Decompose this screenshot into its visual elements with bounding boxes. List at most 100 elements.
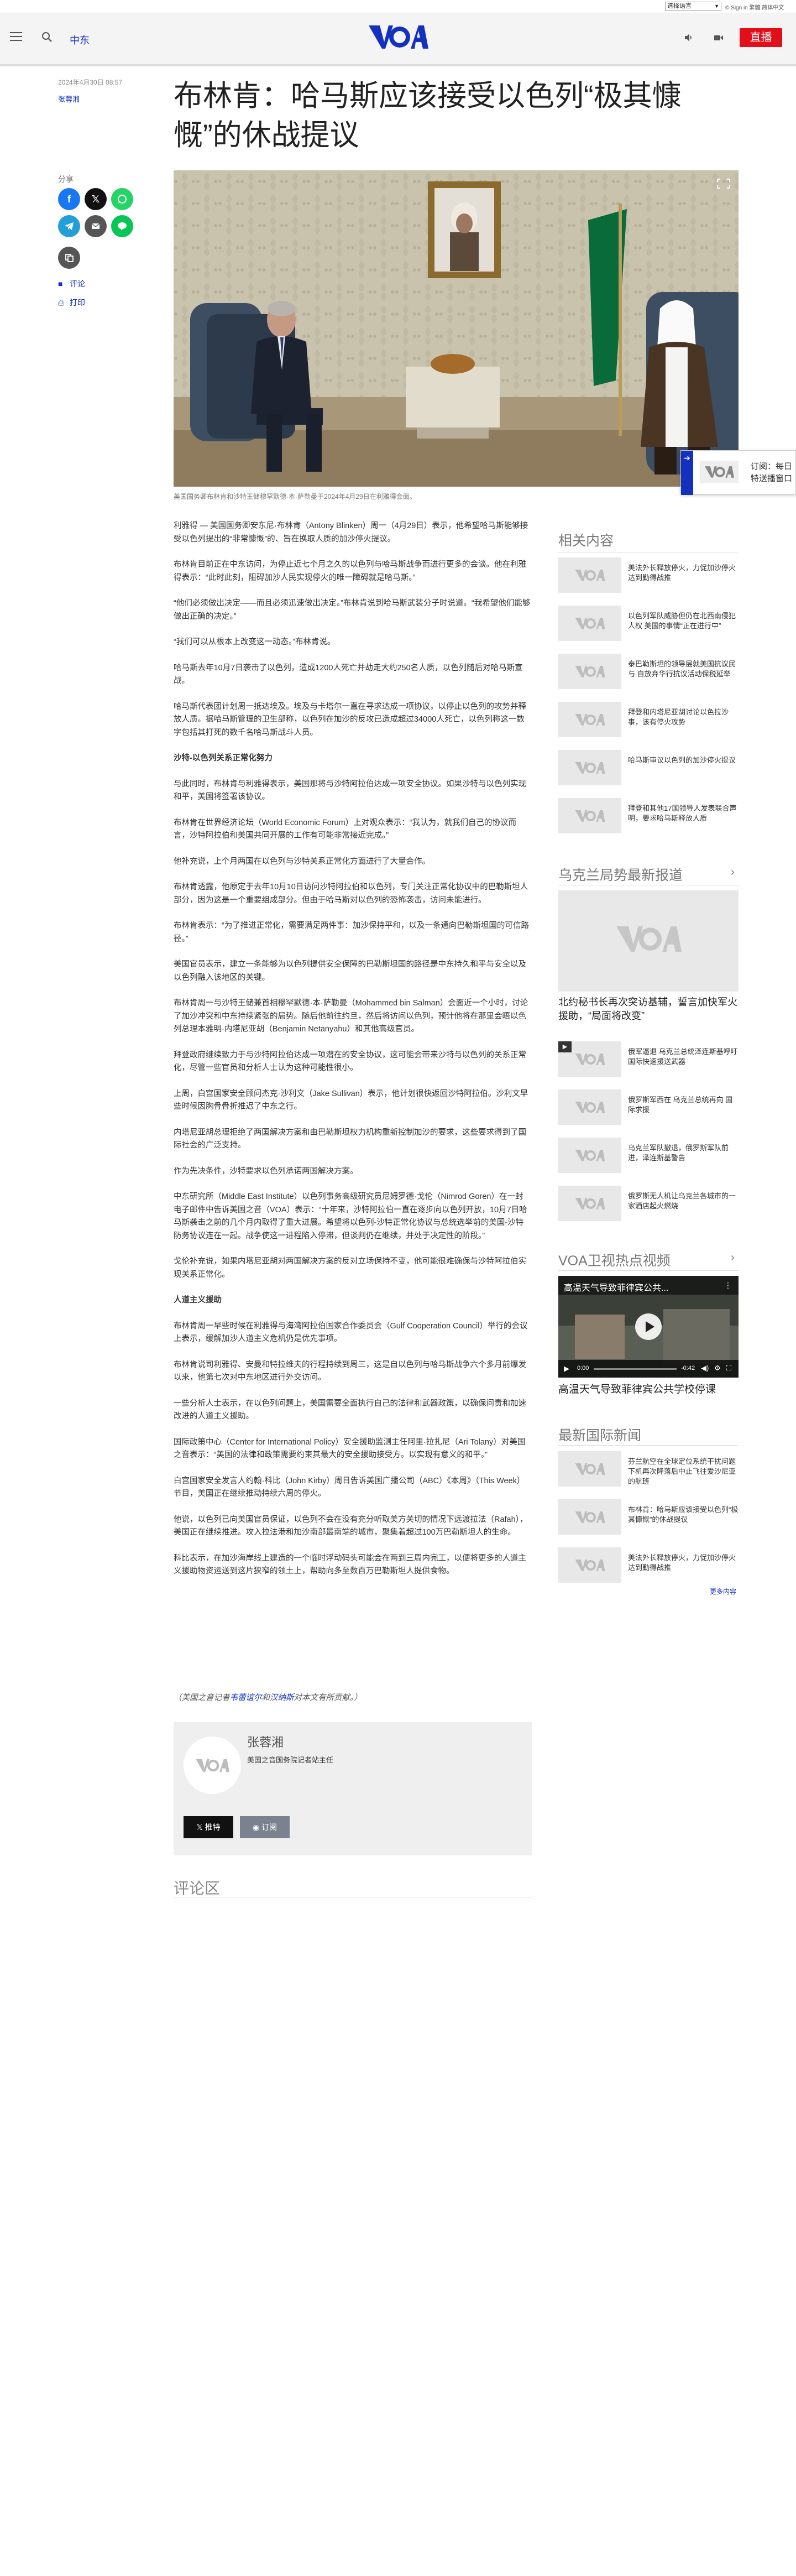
list-item-title[interactable]: 乌克兰军队撤退，俄罗斯军队前进，泽连斯基警告 (628, 1143, 739, 1163)
voa-logo[interactable] (368, 21, 428, 52)
video-camera-icon[interactable] (713, 32, 724, 43)
list-item[interactable]: 俄罗斯无人机让乌克兰各城市的一家酒店起火燃烧 (558, 1186, 739, 1221)
email-share-button[interactable] (85, 215, 107, 237)
list-item-title[interactable]: 哈马斯审议以色列的加沙停火提议 (628, 755, 739, 765)
body-paragraph: 戈伦补充说，如果内塔尼亚胡对两国解决方案的反对立场保持不变，他可能很难确保与沙特… (174, 1257, 526, 1279)
ukraine-heading[interactable]: 乌克兰局势最新报道 (558, 864, 683, 884)
list-item[interactable]: 拜登和内塔尼亚胡讨论以色拉沙事，该有停火攻势 (558, 702, 739, 737)
chevron-right-icon[interactable]: › (731, 866, 735, 879)
promo-widget[interactable]: ➜ 订阅：每日 特送播窗口 (680, 450, 796, 495)
body-paragraph: “我们可以从根本上改变这一动态。”布林肯说。 (174, 638, 336, 646)
telegram-icon (65, 222, 74, 230)
body-paragraph: 内塔尼亚胡总理拒绝了两国解决方案和由巴勒斯坦权力机构重新控制加沙的要求，这些要求… (174, 1128, 526, 1150)
list-item-title[interactable]: 俄军逼退 乌克兰总统泽连斯基呼吁国际快速援送武器 (628, 1047, 739, 1067)
list-item[interactable]: ▶ 俄军逼退 乌克兰总统泽连斯基呼吁国际快速援送武器 (558, 1041, 739, 1077)
whatsapp-share-button[interactable] (111, 188, 133, 210)
list-item-title[interactable]: 拜登和内塔尼亚胡讨论以色拉沙事，该有停火攻势 (628, 707, 739, 727)
list-item-thumbnail[interactable] (558, 1138, 621, 1173)
list-item-thumbnail[interactable] (558, 798, 621, 833)
list-item-thumbnail[interactable] (558, 1499, 621, 1535)
article-body: 利雅得 — 美国国务卿安东尼·布林肯（Antony Blinken）周一（4月2… (174, 520, 531, 1591)
list-item-thumbnail[interactable] (558, 1451, 621, 1487)
byline-author[interactable]: 张蓉湘 (58, 93, 80, 104)
utility-links[interactable]: © Sign in 繁體 简体中文 (725, 3, 784, 11)
x-share-button[interactable]: 𝕏 (85, 188, 107, 210)
video-caption[interactable]: 高温天气导致菲律宾公共学校停课 (558, 1383, 739, 1396)
subscribe-button[interactable]: ◉ 订阅 (240, 1816, 290, 1838)
menu-icon[interactable] (10, 32, 22, 42)
speaker-icon[interactable] (683, 32, 694, 43)
comment-link[interactable]: ■ 评论 (58, 278, 85, 289)
chevron-right-icon[interactable]: › (731, 1252, 735, 1264)
body-paragraph: “他们必须做出决定——而且必须迅速做出决定。”布林肯说到哈马斯武装分子时说道。“… (174, 599, 531, 621)
live-button[interactable]: 直播 (740, 28, 782, 47)
credit-author-link-2[interactable]: 汉纳斯 (270, 1693, 294, 1702)
list-item-title[interactable]: 俄罗斯无人机让乌克兰各城市的一家酒店起火燃烧 (628, 1191, 739, 1211)
print-icon: ⎙ (58, 298, 65, 307)
play-control-icon[interactable]: ▶ (564, 1364, 569, 1373)
list-item-thumbnail[interactable] (558, 654, 621, 689)
latest-heading[interactable]: 最新国际新闻 (558, 1425, 641, 1445)
list-item[interactable]: 俄罗斯军西在 乌克兰总统再向 国际求援 (558, 1089, 739, 1125)
list-item-thumbnail[interactable] (558, 750, 621, 785)
list-item-title[interactable]: 拜登和其他17国领导人发表联合声明，要求哈马斯释放人质 (628, 804, 739, 823)
line-share-button[interactable] (111, 215, 133, 237)
arrow-right-icon[interactable]: ➜ (681, 451, 693, 495)
list-item[interactable]: 哈马斯审议以色列的加沙停火提议 (558, 750, 739, 785)
list-item-thumbnail[interactable] (558, 557, 621, 593)
site-header: 中东 直播 (0, 13, 796, 64)
list-item-thumbnail[interactable] (558, 702, 621, 737)
section-link[interactable]: 中东 (70, 33, 90, 47)
list-item[interactable]: 布林肯：哈马斯应该接受以色列“极其慷慨”的休战提议 (558, 1499, 739, 1535)
section-subheading: 人道主义援助 (174, 1296, 222, 1305)
list-item[interactable]: 乌克兰军队撤退，俄罗斯军队前进，泽连斯基警告 (558, 1138, 739, 1173)
author-name[interactable]: 张蓉湘 (247, 1733, 284, 1750)
list-item-title[interactable]: 美法外长释放停火，力促加沙停火达到勤得战推 (628, 1553, 739, 1573)
ukraine-lead-image[interactable] (558, 890, 739, 992)
body-paragraph: 上周，白宫国家安全顾问杰克·沙利文（Jake Sullivan）表示，他计划很快… (174, 1089, 528, 1112)
list-item-thumbnail[interactable] (558, 1547, 621, 1583)
credit-author-link-1[interactable]: 韦蕾谊尔 (230, 1693, 262, 1702)
list-item-title[interactable]: 泰巴勒斯坦的领导层就美国抗议民与 自放弃华行抗议活动保税延举 (628, 659, 739, 679)
video-player[interactable]: 高温天气导致菲律宾公共... ⋮ ▶ 0:00 -0:42 ◀) ⚙ ⛶ (558, 1276, 739, 1378)
list-item[interactable]: 芬兰航空在全球定位系统干扰问题下机再次降落后中止飞往爱沙尼亚的航班 (558, 1451, 739, 1487)
facebook-share-button[interactable]: f (58, 188, 80, 210)
list-item-title[interactable]: 俄罗斯军西在 乌克兰总统再向 国际求援 (628, 1095, 739, 1115)
volume-icon[interactable]: ◀) (701, 1364, 709, 1373)
list-item[interactable]: 以色列军队威胁但仍在北西南侵犯人权 美国的事情“正在进行中” (558, 606, 739, 641)
language-select[interactable]: 选择语言 ▼ (665, 2, 721, 11)
list-item[interactable]: 泰巴勒斯坦的领导层就美国抗议民与 自放弃华行抗议活动保税延举 (558, 654, 739, 689)
ukraine-lead-headline[interactable]: 北约秘书长再次突访基辅，誓言加快军火援助，“局面将改变” (558, 995, 739, 1023)
list-item-thumbnail[interactable] (558, 1089, 621, 1125)
copy-link-button[interactable] (58, 247, 80, 269)
chevron-down-icon: ▼ (714, 3, 719, 9)
list-item-title[interactable]: 美法外长释放停火，力促加沙停火达到勤得战推 (628, 563, 739, 583)
voa-logo-thumb (575, 1560, 605, 1571)
fullscreen-icon[interactable]: ⛶ (726, 1364, 731, 1373)
settings-icon[interactable]: ⚙ (714, 1364, 721, 1373)
play-button[interactable] (635, 1313, 662, 1340)
more-icon[interactable]: ⋮ (724, 1281, 732, 1290)
list-item-thumbnail[interactable] (558, 606, 621, 641)
video-scrubber[interactable] (594, 1368, 677, 1370)
search-icon[interactable] (40, 30, 54, 44)
list-item-title[interactable]: 布林肯：哈马斯应该接受以色列“极其慷慨”的休战提议 (628, 1505, 739, 1525)
list-item-thumbnail[interactable]: ▶ (558, 1041, 621, 1077)
print-link[interactable]: ⎙ 打印 (58, 297, 85, 308)
more-link[interactable]: 更多内容 (710, 1587, 736, 1596)
list-item-thumbnail[interactable] (558, 1186, 621, 1221)
list-item-title[interactable]: 芬兰航空在全球定位系统干扰问题下机再次降落后中止飞往爱沙尼亚的航班 (628, 1457, 739, 1487)
body-paragraph: 布林肯目前正在中东访问，为停止近七个月之久的以色列与哈马斯战争而进行更多的会谈。… (174, 560, 526, 582)
body-paragraph: 白宫国家安全发言人约翰·科比（John Kirby）周日告诉美国广播公司（ABC… (174, 1476, 525, 1499)
list-item[interactable]: 美法外长释放停火，力促加沙停火达到勤得战推 (558, 1547, 739, 1583)
list-item[interactable]: 美法外长释放停火，力促加沙停火达到勤得战推 (558, 557, 739, 593)
video-heading[interactable]: VOA卫视热点视频 (558, 1250, 671, 1270)
body-paragraph: 一些分析人士表示，在以色列问题上，美国需要全面执行自己的法律和武器政策，以确保问… (174, 1399, 526, 1421)
list-item[interactable]: 拜登和其他17国领导人发表联合声明，要求哈马斯释放人质 (558, 798, 739, 833)
voa-logo-thumb (575, 666, 605, 677)
telegram-share-button[interactable] (58, 215, 80, 237)
follow-button[interactable]: 𝕏 推特 (184, 1816, 233, 1838)
list-item-title[interactable]: 以色列军队威胁但仍在北西南侵犯人权 美国的事情“正在进行中” (628, 611, 739, 631)
avatar[interactable] (184, 1737, 241, 1794)
expand-image-icon[interactable] (715, 177, 732, 190)
